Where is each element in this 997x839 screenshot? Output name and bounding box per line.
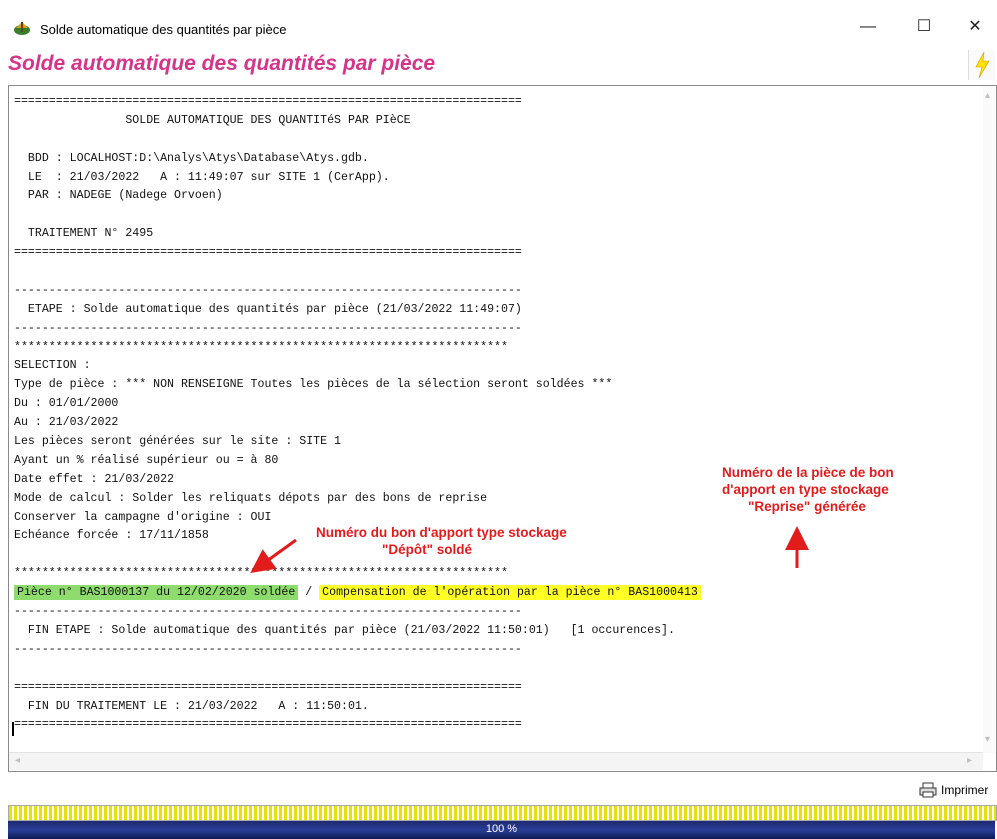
progress-ticks: [8, 805, 997, 821]
print-label: Imprimer: [941, 783, 989, 797]
print-button[interactable]: Imprimer: [905, 779, 995, 801]
printer-icon: [919, 782, 937, 798]
progress-bar: 100 %: [8, 821, 995, 839]
progress-label: 100 %: [485, 823, 518, 835]
arrow-to-deposit: [250, 538, 297, 574]
annotation-arrows: [250, 526, 809, 574]
